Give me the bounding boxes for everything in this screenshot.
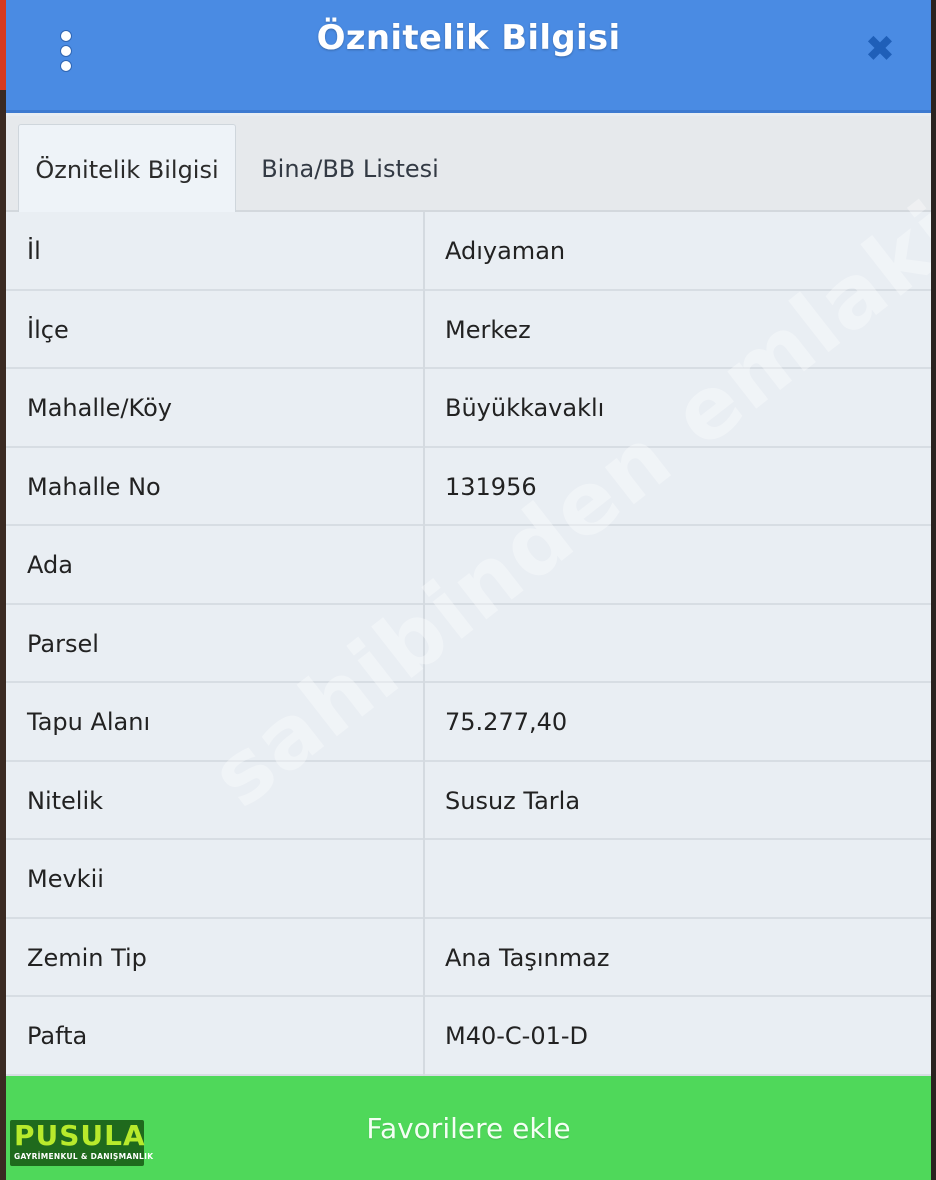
row-value: 131956 bbox=[445, 472, 537, 501]
dialog-header: Öznitelik Bilgisi ✖ bbox=[6, 0, 931, 113]
row-value: Büyükkavaklı bbox=[445, 394, 605, 422]
row-label: Zemin Tip bbox=[27, 943, 147, 972]
table-row: Pafta M40-C-01-D bbox=[6, 997, 931, 1077]
logo-word: PUSULA bbox=[14, 1119, 146, 1152]
row-label: Mevkii bbox=[27, 865, 104, 893]
tab-building-list[interactable]: Bina/BB Listesi bbox=[240, 124, 460, 214]
table-row: Zemin Tip Ana Taşınmaz bbox=[6, 918, 931, 999]
tab-attribute-info[interactable]: Öznitelik Bilgisi bbox=[18, 124, 236, 214]
right-screen-edge bbox=[931, 0, 936, 1180]
tab-bar: Öznitelik Bilgisi Bina/BB Listesi bbox=[6, 116, 931, 214]
table-row: Mahalle/Köy Büyükkavaklı bbox=[6, 369, 931, 449]
table-row: Ada bbox=[6, 526, 931, 606]
row-label: İl bbox=[27, 237, 41, 265]
row-label: Tapu Alanı bbox=[27, 708, 151, 736]
table-row: Mahalle No 131956 bbox=[6, 447, 931, 528]
pusula-logo: PUSULA GAYRİMENKUL & DANIŞMANLIK bbox=[10, 1119, 154, 1166]
row-label: İlçe bbox=[27, 315, 69, 344]
attribute-dialog: Öznitelik Bilgisi ✖ Öznitelik Bilgisi Bi… bbox=[6, 0, 931, 1180]
table-row: İlçe Merkez bbox=[6, 290, 931, 371]
row-value: Ana Taşınmaz bbox=[445, 943, 610, 972]
row-value: Susuz Tarla bbox=[445, 786, 581, 815]
row-label: Pafta bbox=[27, 1022, 88, 1050]
table-row: Parsel bbox=[6, 604, 931, 685]
attribute-table: İl Adıyaman İlçe Merkez Mahalle/Köy Büyü… bbox=[6, 212, 931, 1077]
row-label: Nitelik bbox=[27, 786, 104, 815]
table-row: Nitelik Susuz Tarla bbox=[6, 761, 931, 842]
logo-subtitle: GAYRİMENKUL & DANIŞMANLIK bbox=[14, 1152, 154, 1161]
row-value: 75.277,40 bbox=[445, 708, 568, 736]
table-row: Mevkii bbox=[6, 840, 931, 920]
close-icon[interactable]: ✖ bbox=[862, 32, 898, 68]
table-row: Tapu Alanı 75.277,40 bbox=[6, 683, 931, 763]
table-row: İl Adıyaman bbox=[6, 212, 931, 292]
dialog-title: Öznitelik Bilgisi bbox=[316, 18, 621, 58]
row-label: Parsel bbox=[27, 629, 99, 658]
row-value: Merkez bbox=[445, 315, 531, 344]
add-to-favorites-label: Favorilere ekle bbox=[366, 1111, 571, 1145]
row-label: Mahalle/Köy bbox=[27, 394, 172, 422]
row-value: Adıyaman bbox=[445, 237, 566, 265]
row-label: Ada bbox=[27, 551, 73, 579]
row-label: Mahalle No bbox=[27, 472, 161, 501]
row-value: M40-C-01-D bbox=[445, 1022, 589, 1050]
